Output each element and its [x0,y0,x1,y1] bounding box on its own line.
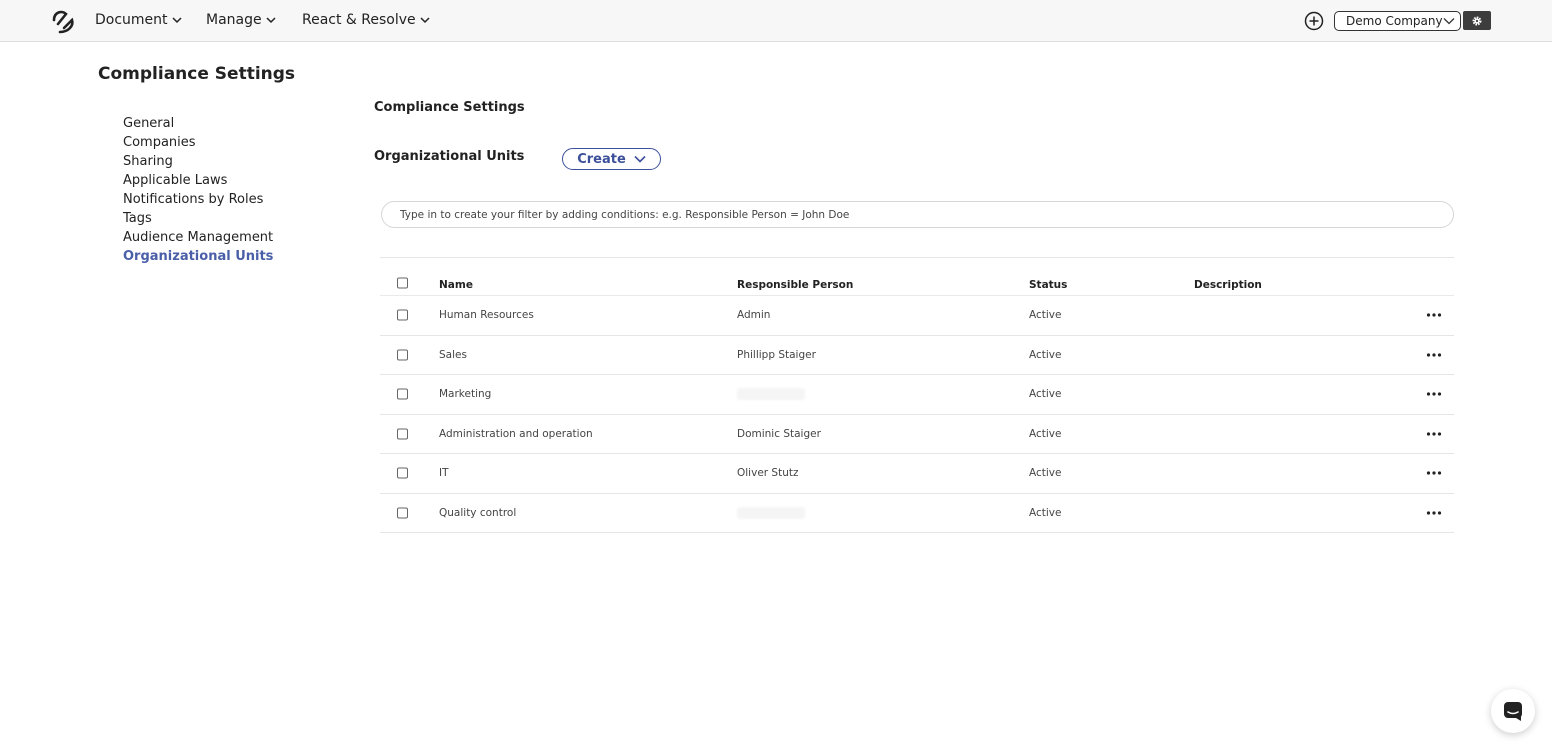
select-all-checkbox[interactable] [397,277,408,289]
column-header-status[interactable]: Status [1029,279,1067,291]
app-logo-icon[interactable] [48,6,78,36]
table-row[interactable]: IT Oliver Stutz Active [380,454,1454,494]
filter-input[interactable] [381,201,1454,228]
cell-name: Sales [439,348,467,361]
cell-status: Active [1029,309,1062,322]
cell-responsible-person-redacted [737,388,805,401]
sidebar-item-audience-management[interactable]: Audience Management [123,228,273,247]
chat-icon [1504,702,1522,721]
column-header-name[interactable]: Name [439,279,473,291]
chevron-down-icon [420,17,430,24]
table-row[interactable]: Administration and operation Dominic Sta… [380,415,1454,454]
cell-status: Active [1029,427,1062,440]
more-options-icon[interactable] [1426,511,1442,515]
cell-status: Active [1029,388,1062,401]
column-header-description[interactable]: Description [1194,279,1262,291]
create-button-label: Create [577,151,626,167]
cell-name: Quality control [439,506,517,519]
sidebar-item-general[interactable]: General [123,114,273,133]
company-select[interactable]: Demo Company [1334,11,1461,31]
more-options-icon[interactable] [1426,392,1442,396]
chevron-down-icon [266,17,276,24]
sidebar-item-organizational-units[interactable]: Organizational Units [123,247,273,266]
nav-manage[interactable]: Manage [206,12,276,28]
more-options-icon[interactable] [1426,353,1442,357]
table-row[interactable]: Human Resources Admin Active [380,296,1454,336]
more-options-icon[interactable] [1426,313,1442,317]
organizational-units-label: Organizational Units [374,149,525,164]
nav-document-label: Document [95,12,168,28]
nav-react-resolve-label: React & Resolve [302,12,416,28]
cell-status: Active [1029,467,1062,480]
cell-status: Active [1029,348,1062,361]
cell-responsible-person: Oliver Stutz [737,467,799,480]
section-title: Compliance Settings [374,100,525,115]
nav-manage-label: Manage [206,12,262,28]
cell-name: Human Resources [439,309,534,322]
sidebar-item-notifications-by-roles[interactable]: Notifications by Roles [123,190,273,209]
settings-button[interactable] [1463,11,1491,30]
more-options-icon[interactable] [1426,471,1442,475]
top-bar: Document Manage React & Resolve Demo Com… [0,0,1552,42]
cell-responsible-person: Phillipp Staiger [737,348,816,361]
chevron-down-icon [172,17,182,24]
create-button[interactable]: Create [562,148,661,170]
chevron-down-icon [634,155,646,163]
table-row[interactable]: Quality control Active [380,494,1454,533]
settings-sidebar: General Companies Sharing Applicable Law… [123,114,273,266]
row-checkbox[interactable] [397,309,408,321]
page-title: Compliance Settings [98,64,296,84]
row-checkbox[interactable] [397,349,408,361]
company-select-value: Demo Company [1346,14,1443,28]
chat-launcher-button[interactable] [1491,689,1535,733]
sidebar-item-applicable-laws[interactable]: Applicable Laws [123,171,273,190]
nav-react-resolve[interactable]: React & Resolve [302,12,430,28]
cell-name: Administration and operation [439,427,593,440]
cell-responsible-person: Dominic Staiger [737,427,821,440]
nav-document[interactable]: Document [95,12,182,28]
table-header-row: Name Responsible Person Status Descripti… [380,258,1454,296]
column-header-responsible-person[interactable]: Responsible Person [737,279,853,291]
cell-name: IT [439,467,449,480]
add-circle-icon[interactable] [1304,11,1324,31]
more-options-icon[interactable] [1426,432,1442,436]
cell-responsible-person: Admin [737,309,771,322]
row-checkbox[interactable] [397,388,408,400]
chevron-down-icon [1443,18,1455,25]
row-checkbox[interactable] [397,428,408,440]
row-checkbox[interactable] [397,467,408,479]
cell-status: Active [1029,506,1062,519]
cell-name: Marketing [439,388,492,401]
row-checkbox[interactable] [397,507,408,519]
organizational-units-table: Name Responsible Person Status Descripti… [380,257,1454,533]
table-row[interactable]: Marketing Active [380,375,1454,415]
sidebar-item-companies[interactable]: Companies [123,133,273,152]
cell-responsible-person-redacted [737,506,805,519]
table-row[interactable]: Sales Phillipp Staiger Active [380,336,1454,375]
sidebar-item-sharing[interactable]: Sharing [123,152,273,171]
gear-icon [1472,15,1482,26]
sidebar-item-tags[interactable]: Tags [123,209,273,228]
